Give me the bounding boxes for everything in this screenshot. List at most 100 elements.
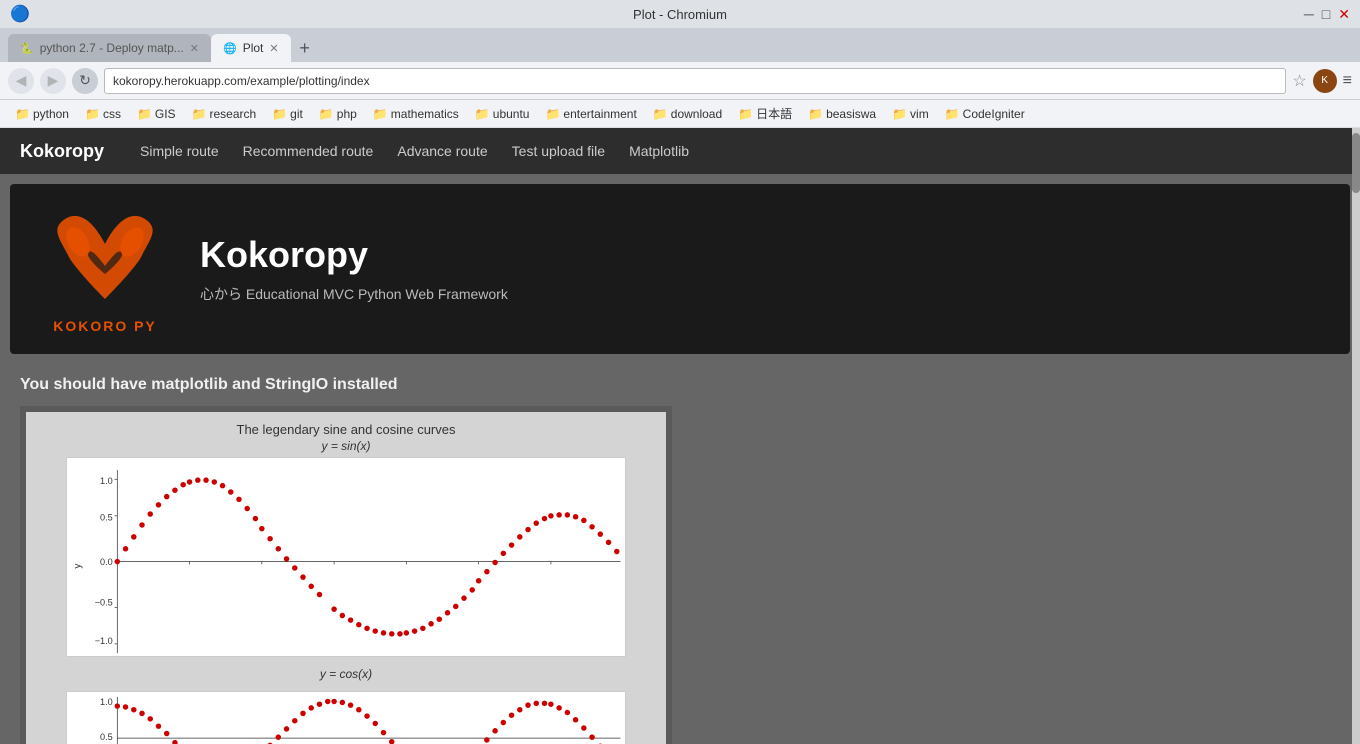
chart2-subtitle: y = cos(x): [320, 667, 372, 681]
bookmark-japanese[interactable]: 📁 日本語: [731, 102, 799, 125]
svg-text:0.5: 0.5: [100, 512, 113, 522]
sine-chart-svg: 1.0 0.5 0.0 −0.5 −1.0: [66, 457, 626, 657]
chart-container: The legendary sine and cosine curves y =…: [26, 412, 666, 744]
scrollbar-thumb[interactable]: [1352, 133, 1360, 193]
bookmark-star-icon[interactable]: ☆: [1292, 71, 1306, 91]
bookmark-vim[interactable]: 📁 vim: [885, 104, 936, 124]
bookmark-git-label: git: [290, 107, 303, 121]
window-title: Plot - Chromium: [633, 7, 727, 22]
bookmark-entertainment-label: entertainment: [563, 107, 636, 121]
site-header: KOKORO PY Kokoropy 心から Educational MVC P…: [10, 184, 1350, 354]
nav-simple-route[interactable]: Simple route: [140, 139, 219, 163]
site-logo-area: KOKORO PY: [40, 204, 170, 334]
bookmark-ubuntu[interactable]: 📁 ubuntu: [468, 104, 537, 124]
bookmark-python-label: python: [33, 107, 69, 121]
bookmark-japanese-icon: 📁: [738, 107, 753, 121]
site-header-text-area: Kokoropy 心から Educational MVC Python Web …: [200, 234, 508, 304]
bookmark-research[interactable]: 📁 research: [185, 104, 264, 124]
maximize-button[interactable]: □: [1322, 6, 1330, 22]
tab-python[interactable]: 🐍 python 2.7 - Deploy matp... ✕: [8, 34, 211, 62]
chart1-title: The legendary sine and cosine curves: [237, 422, 456, 437]
plot-area: The legendary sine and cosine curves y =…: [20, 406, 672, 744]
logo-text: KOKORO PY: [53, 318, 157, 334]
bookmark-vim-icon: 📁: [892, 107, 907, 121]
bookmark-php-label: php: [337, 107, 357, 121]
address-input[interactable]: [104, 68, 1286, 94]
bookmark-python[interactable]: 📁 python: [8, 104, 76, 124]
tab-python-icon: 🐍: [20, 42, 34, 55]
profile-icon[interactable]: K: [1313, 69, 1337, 93]
svg-text:−1.0: −1.0: [95, 636, 113, 646]
bookmark-codeigniter[interactable]: 📁 CodeIgniter: [938, 104, 1032, 124]
forward-button[interactable]: ▶: [40, 68, 66, 94]
main-content-area: You should have matplotlib and StringIO …: [0, 364, 1360, 744]
bookmark-research-label: research: [210, 107, 257, 121]
site-brand[interactable]: Kokoropy: [20, 141, 104, 162]
reload-button[interactable]: ↻: [72, 68, 98, 94]
address-bar-area: ◀ ▶ ↻ ☆ K ≡: [0, 62, 1360, 100]
back-button[interactable]: ◀: [8, 68, 34, 94]
bookmark-gis-label: GIS: [155, 107, 176, 121]
window-controls: ─ □ ✕: [1304, 6, 1350, 23]
bookmark-php-icon: 📁: [319, 107, 334, 121]
bookmark-git[interactable]: 📁 git: [265, 104, 310, 124]
svg-text:0.5: 0.5: [100, 732, 113, 742]
chromium-icon: 🔵: [10, 4, 30, 24]
site-subtitle: 心から Educational MVC Python Web Framework: [200, 284, 508, 304]
svg-text:−0.5: −0.5: [95, 597, 113, 607]
minimize-button[interactable]: ─: [1304, 6, 1314, 22]
tab-plot-label: Plot: [243, 41, 264, 55]
browser-window: 🔵 Plot - Chromium ─ □ ✕ 🐍 python 2.7 - D…: [0, 0, 1360, 744]
kokoro-logo-svg: [40, 204, 170, 314]
bookmark-entertainment[interactable]: 📁 entertainment: [538, 104, 643, 124]
nav-recommended-route[interactable]: Recommended route: [243, 139, 374, 163]
tab-python-label: python 2.7 - Deploy matp...: [40, 41, 184, 55]
bookmark-gis-icon: 📁: [137, 107, 152, 121]
bookmark-ubuntu-icon: 📁: [475, 107, 490, 121]
tab-plot-close[interactable]: ✕: [269, 42, 278, 55]
svg-text:y: y: [73, 564, 84, 569]
bookmark-ubuntu-label: ubuntu: [493, 107, 530, 121]
tab-plot-icon: 🌐: [223, 42, 237, 55]
menu-icon[interactable]: ≡: [1343, 72, 1352, 90]
bookmark-download[interactable]: 📁 download: [646, 104, 729, 124]
bookmark-python-icon: 📁: [15, 107, 30, 121]
bookmark-japanese-label: 日本語: [756, 105, 792, 122]
bookmark-mathematics-icon: 📁: [373, 107, 388, 121]
nav-matplotlib[interactable]: Matplotlib: [629, 139, 689, 163]
bookmark-git-icon: 📁: [272, 107, 287, 121]
bookmark-entertainment-icon: 📁: [545, 107, 560, 121]
new-tab-button[interactable]: +: [291, 34, 319, 62]
bookmark-beasiswa[interactable]: 📁 beasiswa: [801, 104, 883, 124]
bookmark-gis[interactable]: 📁 GIS: [130, 104, 183, 124]
tab-python-close[interactable]: ✕: [190, 42, 199, 55]
bookmark-css-label: css: [103, 107, 121, 121]
bookmark-download-icon: 📁: [653, 107, 668, 121]
cosine-chart-svg: 1.0 0.5: [66, 691, 626, 744]
page-wrapper: Kokoropy Simple route Recommended route …: [0, 128, 1360, 744]
bookmark-css-icon: 📁: [85, 107, 100, 121]
svg-text:1.0: 1.0: [100, 697, 113, 707]
bookmark-research-icon: 📁: [192, 107, 207, 121]
install-notice: You should have matplotlib and StringIO …: [20, 376, 1340, 394]
svg-text:0.0: 0.0: [100, 557, 113, 567]
title-bar: 🔵 Plot - Chromium ─ □ ✕: [0, 0, 1360, 28]
scrollbar[interactable]: [1352, 128, 1360, 744]
svg-text:1.0: 1.0: [100, 476, 113, 486]
nav-test-upload[interactable]: Test upload file: [512, 139, 605, 163]
bookmark-beasiswa-label: beasiswa: [826, 107, 876, 121]
bookmark-download-label: download: [671, 107, 722, 121]
bookmark-codeigniter-icon: 📁: [945, 107, 960, 121]
site-title: Kokoropy: [200, 234, 508, 276]
chart1-wrapper: The legendary sine and cosine curves y =…: [36, 422, 656, 744]
chart1-subtitle1: y = sin(x): [321, 439, 370, 453]
bookmark-codeigniter-label: CodeIgniter: [963, 107, 1025, 121]
tab-plot[interactable]: 🌐 Plot ✕: [211, 34, 291, 62]
bookmark-mathematics-label: mathematics: [391, 107, 459, 121]
nav-advance-route[interactable]: Advance route: [397, 139, 487, 163]
bookmark-php[interactable]: 📁 php: [312, 104, 364, 124]
page-content: Kokoropy Simple route Recommended route …: [0, 128, 1360, 744]
close-button[interactable]: ✕: [1338, 6, 1350, 23]
bookmark-mathematics[interactable]: 📁 mathematics: [366, 104, 466, 124]
bookmark-css[interactable]: 📁 css: [78, 104, 128, 124]
